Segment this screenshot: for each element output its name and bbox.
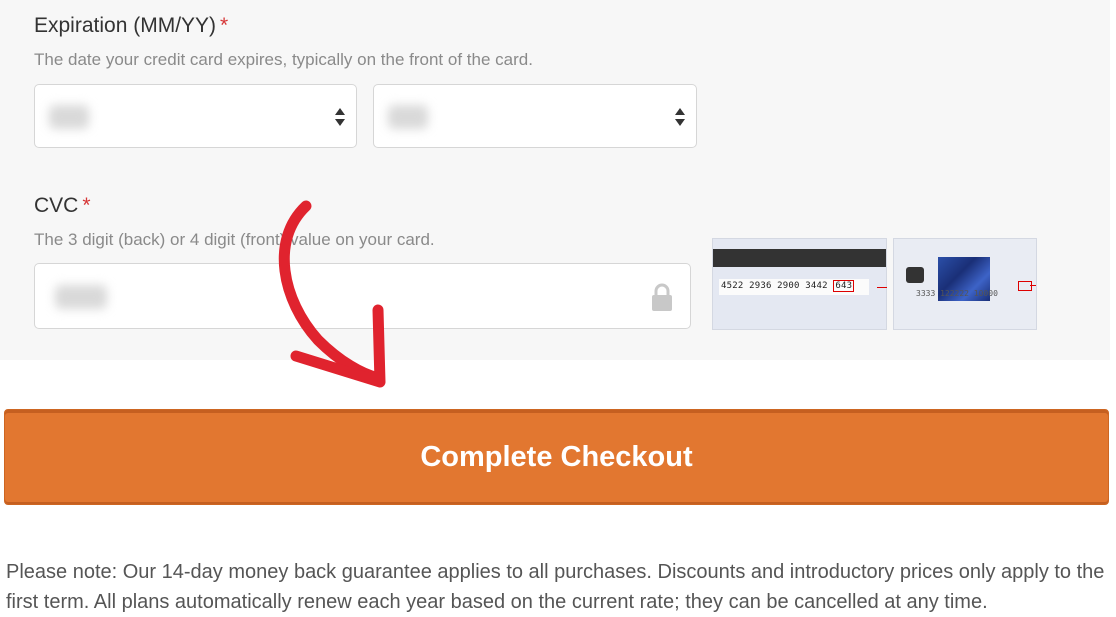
expiration-description: The date your credit card expires, typic… xyxy=(34,50,533,69)
cvc-label-text: CVC xyxy=(34,194,79,217)
month-value-blurred xyxy=(49,105,89,129)
updown-arrows-icon xyxy=(335,108,345,126)
expiration-year-select[interactable] xyxy=(373,84,697,148)
required-asterisk: * xyxy=(82,194,91,217)
card-front-number: 3333 122222 10000 xyxy=(916,289,998,298)
card-front-cvc-box xyxy=(1018,281,1032,291)
card-front-illustration: 3333 122222 10000 xyxy=(893,238,1037,330)
cvc-value-blurred xyxy=(55,285,107,309)
money-back-note: Please note: Our 14-day money back guara… xyxy=(6,561,1105,613)
payment-form-panel: Expiration (MM/YY) * The date your credit… xyxy=(0,0,1110,360)
card-back-cvc: 643 xyxy=(833,280,855,292)
expiration-month-select[interactable] xyxy=(34,84,357,148)
magnetic-stripe xyxy=(713,249,886,267)
year-value-blurred xyxy=(388,105,428,129)
lock-icon xyxy=(652,283,672,311)
expiration-label-text: Expiration (MM/YY) xyxy=(34,14,217,37)
expiration-label: Expiration (MM/YY) * xyxy=(34,14,228,38)
cvc-description: The 3 digit (back) or 4 digit (front) va… xyxy=(34,230,435,249)
cvc-pointer xyxy=(877,287,887,288)
cvc-label: CVC * xyxy=(34,194,91,218)
card-back-illustration: 4522 2936 2900 3442 643 xyxy=(712,238,887,330)
updown-arrows-icon xyxy=(675,108,685,126)
cvc-input[interactable] xyxy=(34,263,691,329)
card-back-digits: 4522 2936 2900 3442 xyxy=(721,281,828,291)
cvc-pointer xyxy=(1030,285,1036,286)
card-back-number: 4522 2936 2900 3442 643 xyxy=(721,280,855,292)
complete-checkout-button[interactable]: Complete Checkout xyxy=(4,409,1109,505)
required-asterisk: * xyxy=(220,14,229,37)
card-chip xyxy=(906,267,924,283)
